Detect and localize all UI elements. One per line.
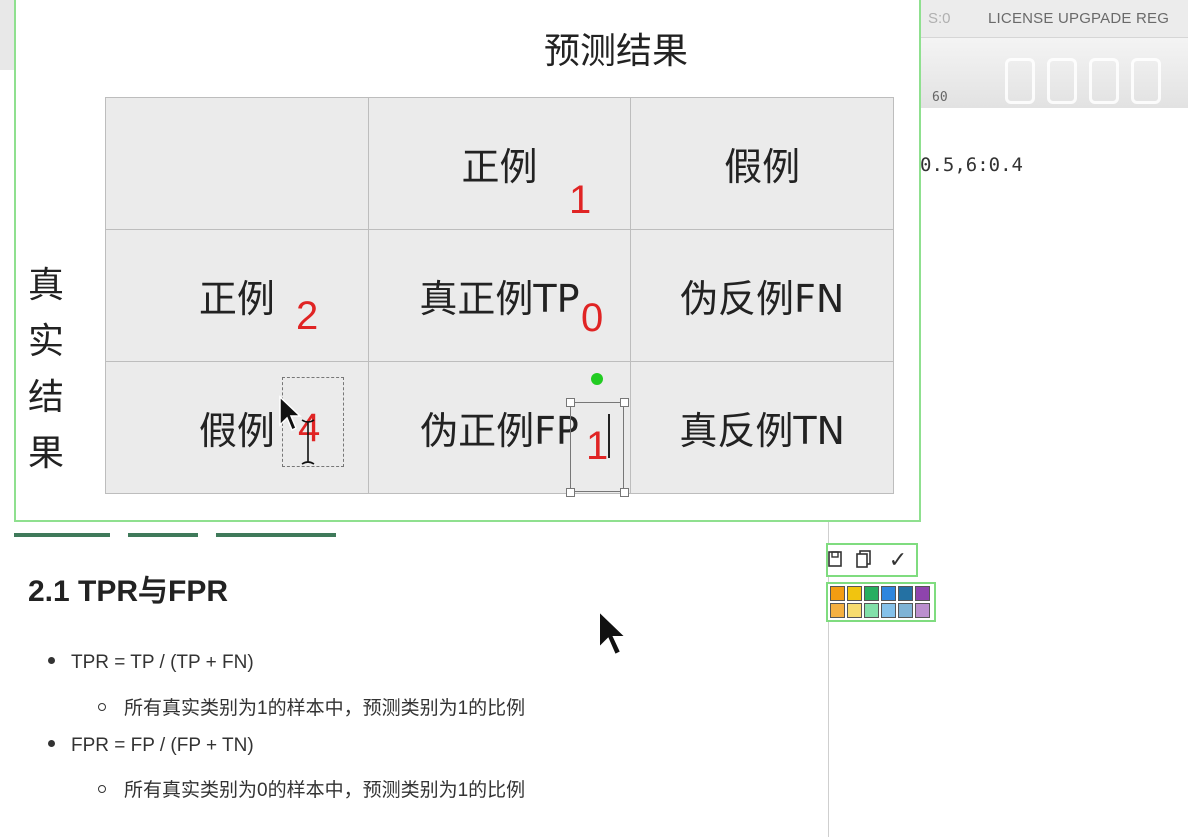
annotation-mark: 2 <box>296 294 319 338</box>
color-swatch[interactable] <box>898 586 913 601</box>
background-left-strip <box>0 0 14 70</box>
confusion-matrix-table: 正例 假例 正例 真正例TP 伪反例FN 假例 伪正例FP 真反例TN <box>105 97 894 494</box>
color-swatch[interactable] <box>915 586 930 601</box>
description-text: 所有真实类别为0的样本中，预测类别为1的比例 <box>124 780 526 801</box>
license-upgrade-link[interactable]: LICENSE UPGPADE REG <box>988 10 1169 27</box>
cell-label: 真正例TP <box>419 277 580 321</box>
color-swatch[interactable] <box>847 586 862 601</box>
table-row: 假例 伪正例FP 真反例TN <box>105 361 894 494</box>
document-tab-strip <box>14 522 354 537</box>
table-header-row: 正例 假例 <box>105 97 894 230</box>
formula-text: TPR = TP / (TP + FN) <box>71 652 254 673</box>
list-item: FPR = FP / (FP + TN) <box>48 735 254 757</box>
color-swatch[interactable] <box>915 603 930 618</box>
true-negative-cell: 真反例TN <box>630 361 894 494</box>
list-subitem: 所有真实类别为0的样本中，预测类别为1的比例 <box>98 775 525 802</box>
color-swatch[interactable] <box>881 586 896 601</box>
actual-result-title: 真 实 结 果 <box>26 258 66 482</box>
section-heading: 2.1 TPR与FPR <box>28 575 229 608</box>
background-editor <box>920 0 1188 837</box>
mouse-pointer-icon <box>598 608 629 657</box>
actual-title-char: 实 <box>27 321 64 362</box>
rotate-handle[interactable] <box>591 373 603 385</box>
document-panel: 2.1 TPR与FPR TPR = TP / (TP + FN) 所有真实类别为… <box>14 522 829 837</box>
row-positive-label: 正例 <box>198 277 275 321</box>
actual-title-char: 果 <box>27 433 64 474</box>
code-text-line: 0.5,6:0.4 <box>920 154 1023 176</box>
ruler-tick: 60 <box>932 90 948 105</box>
copy-icon[interactable] <box>852 549 876 573</box>
resize-handle[interactable] <box>620 488 629 497</box>
predicted-result-title: 预测结果 <box>544 31 689 72</box>
color-swatch[interactable] <box>881 603 896 618</box>
color-swatch[interactable] <box>898 603 913 618</box>
table-corner-cell <box>105 97 369 230</box>
save-icon[interactable] <box>824 549 848 573</box>
header-negative-cell: 假例 <box>630 97 894 230</box>
row-negative-label: 假例 <box>198 409 275 453</box>
text-cursor-icon <box>301 419 315 465</box>
actual-title-char: 真 <box>27 265 64 306</box>
table-row: 正例 真正例TP 伪反例FN <box>105 229 894 362</box>
actual-title-char: 结 <box>27 377 64 418</box>
header-negative-label: 假例 <box>724 145 801 189</box>
background-menubar: S:0 LICENSE UPGPADE REG <box>900 0 1188 38</box>
color-swatch[interactable] <box>830 586 845 601</box>
faded-tab-label: S:0 <box>928 10 951 27</box>
resize-handle[interactable] <box>566 398 575 407</box>
cell-label: 伪反例FN <box>680 277 845 321</box>
list-item: TPR = TP / (TP + FN) <box>48 652 254 674</box>
color-swatch[interactable] <box>864 586 879 601</box>
annotation-toolbar: ✓ <box>826 543 918 577</box>
resize-handle[interactable] <box>566 488 575 497</box>
color-palette <box>826 582 936 622</box>
color-swatch[interactable] <box>864 603 879 618</box>
watermark-logo <box>1005 52 1165 108</box>
row-positive-cell: 正例 <box>105 229 369 362</box>
header-positive-cell: 正例 <box>367 97 632 230</box>
text-caret <box>608 414 610 458</box>
color-swatch[interactable] <box>847 603 862 618</box>
bullet-icon <box>48 657 55 665</box>
annotation-mark: 0 <box>581 296 604 340</box>
description-text: 所有真实类别为1的样本中，预测类别为1的比例 <box>124 698 526 719</box>
header-positive-label: 正例 <box>461 145 538 189</box>
list-subitem: 所有真实类别为1的样本中，预测类别为1的比例 <box>98 693 525 720</box>
cell-label: 真反例TN <box>679 409 845 453</box>
bullet-icon <box>48 740 55 748</box>
formula-text: FPR = FP / (FP + TN) <box>71 735 254 756</box>
text-selection-box[interactable] <box>570 402 624 492</box>
confusion-matrix-slide: 预测结果 真 实 结 果 正例 假例 正例 真正例TP 伪反例FN 假例 伪正例… <box>14 0 921 522</box>
annotation-mark: 1 <box>569 178 592 222</box>
false-negative-cell: 伪反例FN <box>630 229 894 362</box>
resize-handle[interactable] <box>620 398 629 407</box>
color-swatch[interactable] <box>830 603 845 618</box>
cell-label: 伪正例FP <box>420 409 579 453</box>
check-icon[interactable]: ✓ <box>886 549 910 573</box>
circle-bullet-icon <box>98 784 106 793</box>
circle-bullet-icon <box>98 702 106 711</box>
